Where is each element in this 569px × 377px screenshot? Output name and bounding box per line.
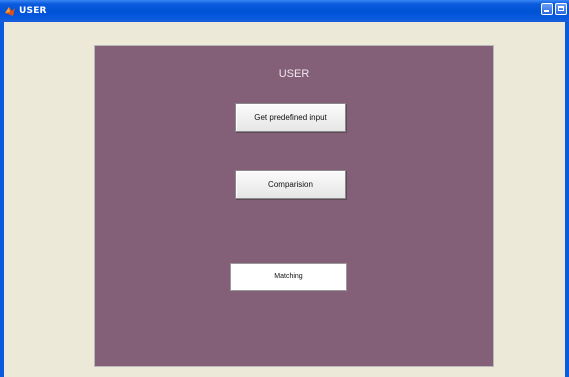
user-panel: USER Get predefined input Comparision Ma… xyxy=(94,45,494,367)
matching-button[interactable]: Matching xyxy=(230,263,347,291)
window-border-left xyxy=(0,22,4,377)
maximize-icon[interactable] xyxy=(555,3,567,15)
comparision-button[interactable]: Comparision xyxy=(235,170,346,199)
minimize-icon[interactable] xyxy=(541,3,553,15)
title-bar[interactable]: USER xyxy=(0,0,569,22)
window-border-right xyxy=(565,22,569,377)
window-title: USER xyxy=(19,6,47,16)
panel-title: USER xyxy=(278,68,310,80)
app-window: USER USER Get predefined input Comparisi… xyxy=(0,0,569,377)
get-predefined-input-button[interactable]: Get predefined input xyxy=(235,103,346,132)
matlab-icon xyxy=(5,7,15,16)
